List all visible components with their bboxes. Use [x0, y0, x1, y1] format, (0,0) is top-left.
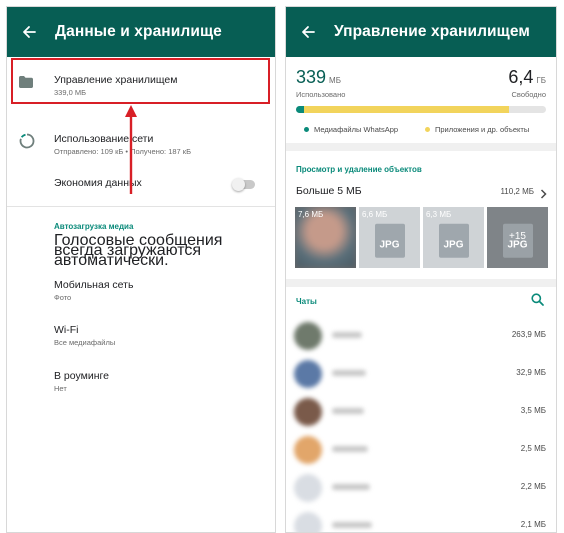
chat-size: 263,9 МБ [511, 330, 546, 339]
data-usage-icon [19, 133, 35, 154]
chat-storage-row[interactable]: 2,1 МБ [286, 507, 556, 532]
avatar [294, 512, 322, 532]
used-label: Использовано [296, 90, 346, 99]
network-usage-row[interactable]: Использование сети Отправлено: 109 кБ • … [7, 119, 275, 165]
wifi-title: Wi-Fi [54, 324, 79, 336]
search-icon[interactable] [531, 293, 544, 311]
section-gap [286, 279, 556, 287]
autodownload-roaming-row[interactable]: В роуминге Нет [7, 360, 275, 400]
avatar [294, 436, 322, 464]
apps-fill [303, 106, 509, 113]
autodownload-mobile-row[interactable]: Мобильная сеть Фото [7, 269, 275, 309]
used-value: 339 МБ [296, 67, 341, 87]
whatsapp-media-fill [296, 106, 304, 113]
roaming-subtitle: Нет [54, 384, 67, 393]
more-count: +15 [509, 231, 526, 242]
chat-storage-row[interactable]: 32,9 МБ [286, 355, 556, 393]
wifi-subtitle: Все медиафайлы [54, 338, 116, 347]
free-label: Свободно [511, 90, 546, 99]
larger-files-row[interactable]: Больше 5 МБ 110,2 МБ [286, 180, 556, 202]
network-usage-subtitle: Отправлено: 109 кБ • Получено: 187 кБ [54, 147, 191, 156]
network-usage-title: Использование сети [54, 133, 154, 145]
voice-note-text: Голосовые сообщения всегда загружаются а… [54, 232, 223, 269]
blurred-chat-name [332, 408, 364, 414]
chat-size: 3,5 МБ [520, 406, 546, 415]
manage-storage-screen: Управление хранилищем 339 МБ Использовано… [285, 6, 557, 533]
chat-storage-row[interactable]: 2,2 МБ [286, 469, 556, 507]
legend-dot [304, 127, 309, 132]
page-title: Управление хранилищем [334, 23, 530, 40]
autodownload-header: Автозагрузка медиа [54, 222, 134, 231]
data-saver-toggle-knob[interactable] [232, 178, 245, 191]
avatar [294, 398, 322, 426]
avatar [294, 360, 322, 388]
media-thumbnail[interactable]: 6,6 МБ JPG [359, 207, 420, 268]
page-title: Данные и хранилище [55, 23, 222, 40]
chat-storage-row[interactable]: 263,9 МБ [286, 317, 556, 355]
thumbnail-size: 7,6 МБ [298, 210, 324, 219]
media-thumbnail[interactable]: 6,3 МБ JPG [423, 207, 484, 268]
blurred-chat-name [332, 370, 366, 376]
chats-header: Чаты [296, 297, 317, 306]
larger-files-size: 110,2 МБ [500, 187, 534, 196]
arrow-left-icon[interactable] [296, 20, 320, 44]
media-thumbnail[interactable]: 7,6 МБ [295, 207, 356, 268]
chat-size: 2,1 МБ [520, 520, 546, 529]
avatar [294, 474, 322, 502]
storage-usage-bar [296, 106, 546, 113]
app-bar: Управление хранилищем [286, 7, 556, 57]
chat-storage-row[interactable]: 2,5 МБ [286, 431, 556, 469]
data-storage-screen: Данные и хранилище Управление хранилищем… [6, 6, 276, 533]
chevron-right-icon [540, 186, 547, 204]
free-value: 6,4 ГБ [508, 67, 546, 87]
roaming-title: В роуминге [54, 370, 109, 382]
mobile-network-title: Мобильная сеть [54, 279, 134, 291]
larger-files-label: Больше 5 МБ [296, 185, 362, 197]
chat-size: 32,9 МБ [516, 368, 546, 377]
legend-dot [425, 127, 430, 132]
data-saver-row[interactable]: Экономия данных [7, 167, 275, 197]
jpg-file-icon: JPG [374, 223, 405, 258]
media-thumbnail-more[interactable]: JPG +15 [487, 207, 548, 268]
annotation-highlight-box [11, 58, 270, 104]
blurred-chat-name [332, 446, 368, 452]
blurred-chat-name [332, 522, 372, 528]
blurred-chat-name [332, 332, 362, 338]
red-arrow-up-icon [125, 105, 137, 194]
chat-storage-row[interactable]: 3,5 МБ [286, 393, 556, 431]
avatar [294, 322, 322, 350]
app-bar: Данные и хранилище [7, 7, 275, 57]
jpg-file-icon: JPG [438, 223, 469, 258]
autodownload-wifi-row[interactable]: Wi-Fi Все медиафайлы [7, 314, 275, 354]
review-header: Просмотр и удаление объектов [296, 165, 422, 174]
arrow-left-icon[interactable] [17, 20, 41, 44]
legend-apps: Приложения и др. объекты [425, 125, 529, 134]
blurred-chat-name [332, 484, 370, 490]
section-gap [286, 143, 556, 151]
thumbnail-size: 6,6 МБ [362, 210, 388, 219]
chat-size: 2,2 МБ [520, 482, 546, 491]
mobile-network-subtitle: Фото [54, 293, 72, 302]
chat-size: 2,5 МБ [520, 444, 546, 453]
section-divider [7, 206, 275, 207]
thumbnail-size: 6,3 МБ [426, 210, 452, 219]
legend-whatsapp: Медиафайлы WhatsApp [304, 125, 398, 134]
